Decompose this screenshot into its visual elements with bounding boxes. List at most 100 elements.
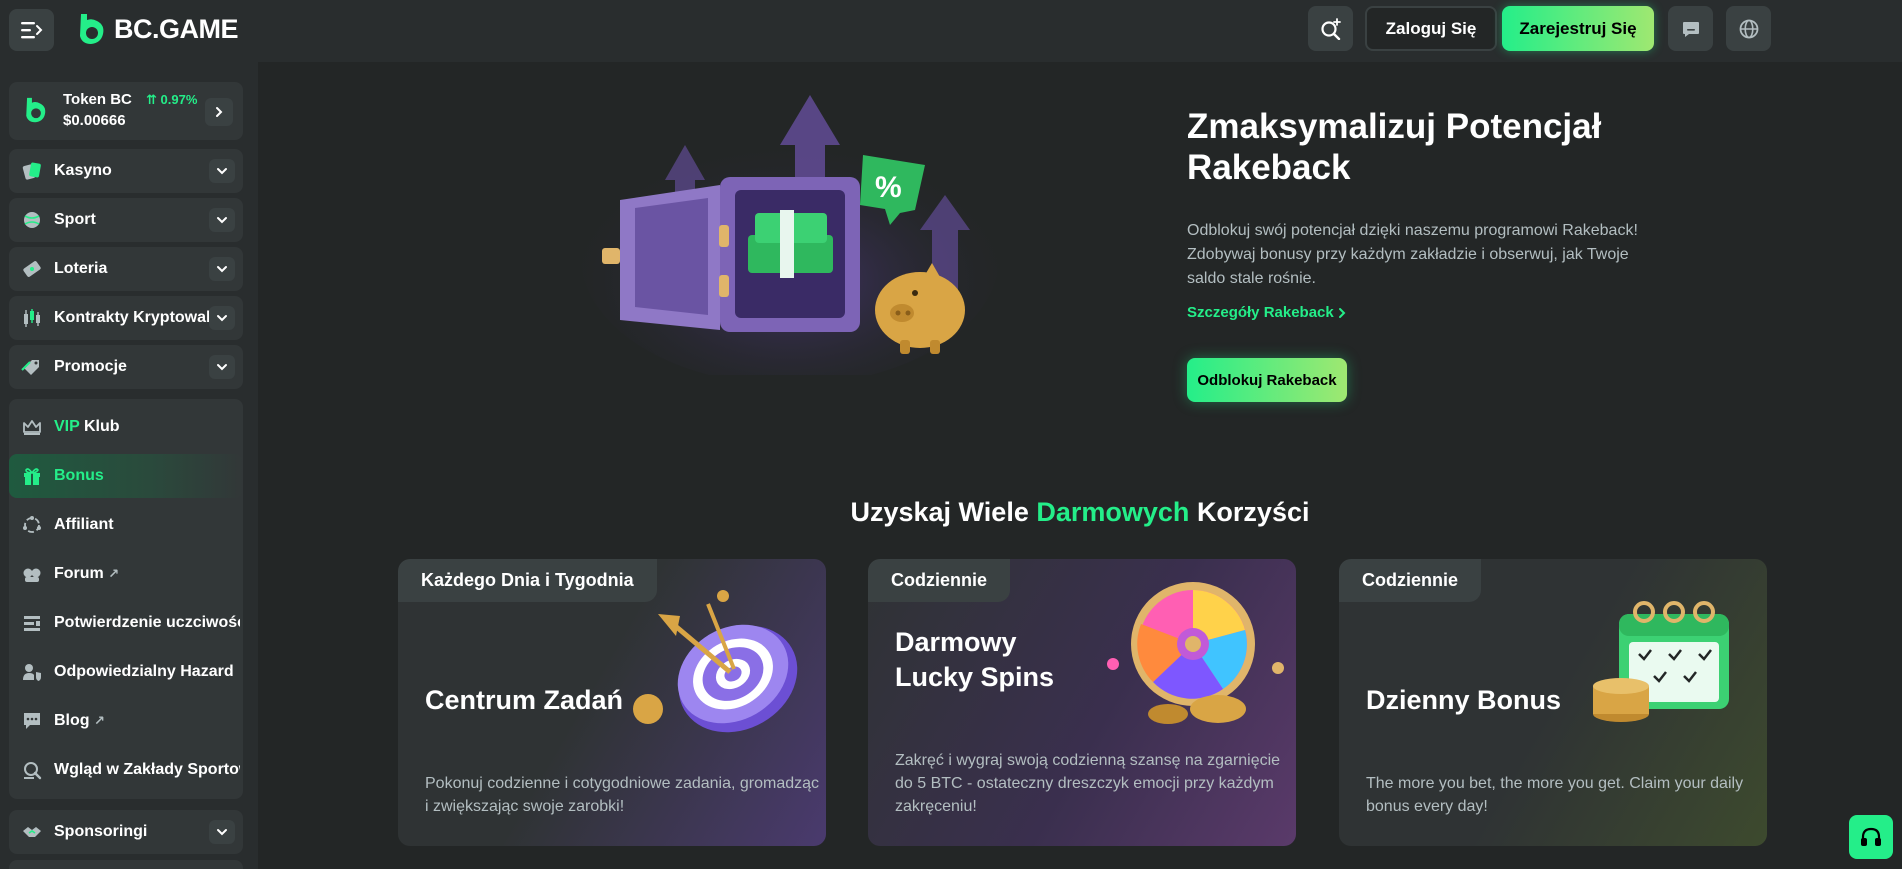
search-button[interactable] bbox=[1308, 6, 1353, 51]
card-tag: Codziennie bbox=[868, 559, 1011, 602]
task-center-card[interactable]: Każdego Dnia i Tygodnia Centrum Zadań Po… bbox=[398, 559, 826, 846]
sidebar-item-label: Wgląd w Zakłady Sportowe bbox=[54, 761, 240, 778]
daily-bonus-card[interactable]: Codziennie Dzienny Bonus The more you be… bbox=[1339, 559, 1767, 846]
sidebar-item-vip-klub[interactable]: VIP Klub bbox=[9, 405, 243, 449]
sidebar-item-responsible-gambling[interactable]: Odpowiedzialny Hazard bbox=[9, 650, 243, 694]
top-bar: BC.GAME Zaloguj Się Zarejestruj Się bbox=[0, 0, 1902, 62]
chevron-down-icon[interactable] bbox=[209, 208, 235, 232]
card-title: Dzienny Bonus bbox=[1366, 685, 1562, 715]
card-description: Zakręć i wygraj swoją codzienną szansę n… bbox=[895, 752, 1281, 815]
sidebar-next-item bbox=[9, 860, 243, 869]
benefits-title-part2: Korzyści bbox=[1196, 497, 1310, 527]
tag-icon bbox=[21, 356, 43, 378]
sidebar-item-kasyno[interactable]: Kasyno bbox=[9, 149, 243, 193]
rakeback-details-label: Szczegóły Rakeback bbox=[1187, 304, 1334, 321]
lucky-spins-card[interactable]: Codziennie Darmowy Lucky Spins Zakręć i … bbox=[868, 559, 1296, 846]
bc-token-icon bbox=[26, 97, 46, 123]
sidebar-item-fairness[interactable]: Potwierdzenie uczciwości bbox=[9, 601, 243, 645]
sidebar-item-label: Sponsoringi bbox=[54, 823, 148, 840]
chevron-down-icon[interactable] bbox=[209, 159, 235, 183]
login-button[interactable]: Zaloguj Się bbox=[1365, 6, 1497, 51]
chat-icon bbox=[21, 710, 43, 732]
sidebar-group: VIP Klub Bonus Affiliant Forum ↗ Potwier… bbox=[9, 399, 243, 799]
card-tag: Codziennie bbox=[1339, 559, 1482, 602]
handshake-icon bbox=[21, 821, 43, 843]
hero-description: Odblokuj swój potencjał dzięki naszemu p… bbox=[1187, 222, 1638, 287]
register-button[interactable]: Zarejestruj Się bbox=[1502, 6, 1654, 51]
lucky-wheel-icon bbox=[1107, 582, 1284, 724]
crown-icon bbox=[21, 416, 43, 438]
chevron-down-icon[interactable] bbox=[209, 257, 235, 281]
svg-text:%: % bbox=[875, 171, 902, 204]
calendar-icon bbox=[1593, 601, 1729, 722]
sidebar-item-loteria[interactable]: Loteria bbox=[9, 247, 243, 291]
hero-title: Zmaksymalizuj Potencjał Rakeback bbox=[1187, 107, 1602, 187]
blog-label: Blog bbox=[54, 712, 90, 729]
sidebar-item-label: Blog ↗ bbox=[54, 712, 240, 730]
menu-icon bbox=[20, 22, 42, 39]
sidebar-item-label: Forum ↗ bbox=[54, 565, 240, 583]
scales-icon bbox=[21, 612, 43, 634]
sidebar-item-label: Sport bbox=[54, 211, 96, 228]
sidebar-item-sport[interactable]: Sport bbox=[9, 198, 243, 242]
globe-icon bbox=[1739, 19, 1758, 38]
cards-icon bbox=[21, 160, 43, 182]
chevron-right-icon bbox=[1338, 307, 1346, 318]
vip-prefix: VIP bbox=[54, 418, 80, 435]
user-shield-icon bbox=[21, 661, 43, 683]
benefits-title: Uzyskaj Wiele Darmowych Korzyści bbox=[0, 497, 1902, 528]
benefits-title-highlight: Darmowych bbox=[1036, 497, 1190, 527]
token-details-button[interactable] bbox=[205, 98, 233, 126]
rakeback-details-link[interactable]: Szczegóły Rakeback bbox=[1187, 304, 1347, 321]
forum-label: Forum bbox=[54, 565, 104, 582]
benefits-title-part1: Uzyskaj Wiele bbox=[850, 497, 1029, 527]
forum-icon bbox=[21, 563, 43, 585]
sidebar-item-label: Kontrakty Kryptowalu bbox=[54, 309, 214, 326]
search-icon bbox=[1320, 17, 1341, 40]
chat-icon bbox=[1682, 21, 1699, 37]
headset-icon bbox=[1861, 827, 1881, 846]
unlock-rakeback-button[interactable]: Odblokuj Rakeback bbox=[1187, 358, 1347, 402]
basketball-icon bbox=[21, 209, 43, 231]
ticket-icon bbox=[21, 258, 43, 280]
chevron-right-icon bbox=[216, 107, 223, 117]
chevron-down-icon[interactable] bbox=[209, 355, 235, 379]
card-title: Centrum Zadań bbox=[425, 685, 624, 715]
sidebar-item-label: Promocje bbox=[54, 358, 127, 375]
bc-game-logo[interactable]: BC.GAME bbox=[76, 12, 239, 46]
card-title: Darmowy Lucky Spins bbox=[895, 627, 1055, 692]
external-link-icon: ↗ bbox=[94, 713, 105, 728]
sidebar-item-kontrakty[interactable]: Kontrakty Kryptowalu bbox=[9, 296, 243, 340]
sidebar: Token BC ⇈ 0.97% $0.00666 Kasyno Sport L… bbox=[0, 62, 258, 869]
external-link-icon: ↗ bbox=[108, 566, 120, 581]
sidebar-item-label: Loteria bbox=[54, 260, 108, 277]
sidebar-item-label: Kasyno bbox=[54, 162, 112, 179]
vip-suffix: Klub bbox=[83, 418, 120, 435]
gift-icon bbox=[21, 465, 43, 487]
token-price: $0.00666 bbox=[63, 112, 126, 129]
card-description: Pokonuj codzienne i cotygodniowe zadania… bbox=[425, 775, 820, 815]
support-button[interactable] bbox=[1849, 815, 1893, 859]
sidebar-item-sponsoringi[interactable]: Sponsoringi bbox=[9, 810, 243, 854]
rakeback-safe-illustration: % bbox=[580, 95, 1000, 375]
language-button[interactable] bbox=[1726, 6, 1771, 51]
sidebar-item-label: Potwierdzenie uczciwości bbox=[54, 614, 240, 631]
candles-icon bbox=[21, 307, 43, 329]
sidebar-item-sports-insight[interactable]: Wgląd w Zakłady Sportowe bbox=[9, 748, 243, 792]
insight-icon bbox=[21, 759, 43, 781]
chevron-down-icon[interactable] bbox=[209, 306, 235, 330]
target-icon bbox=[633, 590, 798, 733]
token-name: Token BC bbox=[63, 91, 132, 108]
sidebar-item-label: Bonus bbox=[54, 467, 104, 484]
sidebar-item-bonus[interactable]: Bonus bbox=[9, 454, 243, 498]
token-change-value: 0.97% bbox=[160, 92, 198, 107]
sidebar-toggle-button[interactable] bbox=[9, 9, 54, 51]
chat-button[interactable] bbox=[1668, 6, 1713, 51]
sidebar-item-promocje[interactable]: Promocje bbox=[9, 345, 243, 389]
sidebar-item-blog[interactable]: Blog ↗ bbox=[9, 699, 243, 743]
sidebar-item-forum[interactable]: Forum ↗ bbox=[9, 552, 243, 596]
token-bc-card[interactable]: Token BC ⇈ 0.97% $0.00666 bbox=[9, 82, 243, 140]
card-description: The more you bet, the more you get. Clai… bbox=[1366, 775, 1744, 815]
chevron-down-icon[interactable] bbox=[209, 820, 235, 844]
token-change: ⇈ 0.97% bbox=[146, 92, 197, 108]
